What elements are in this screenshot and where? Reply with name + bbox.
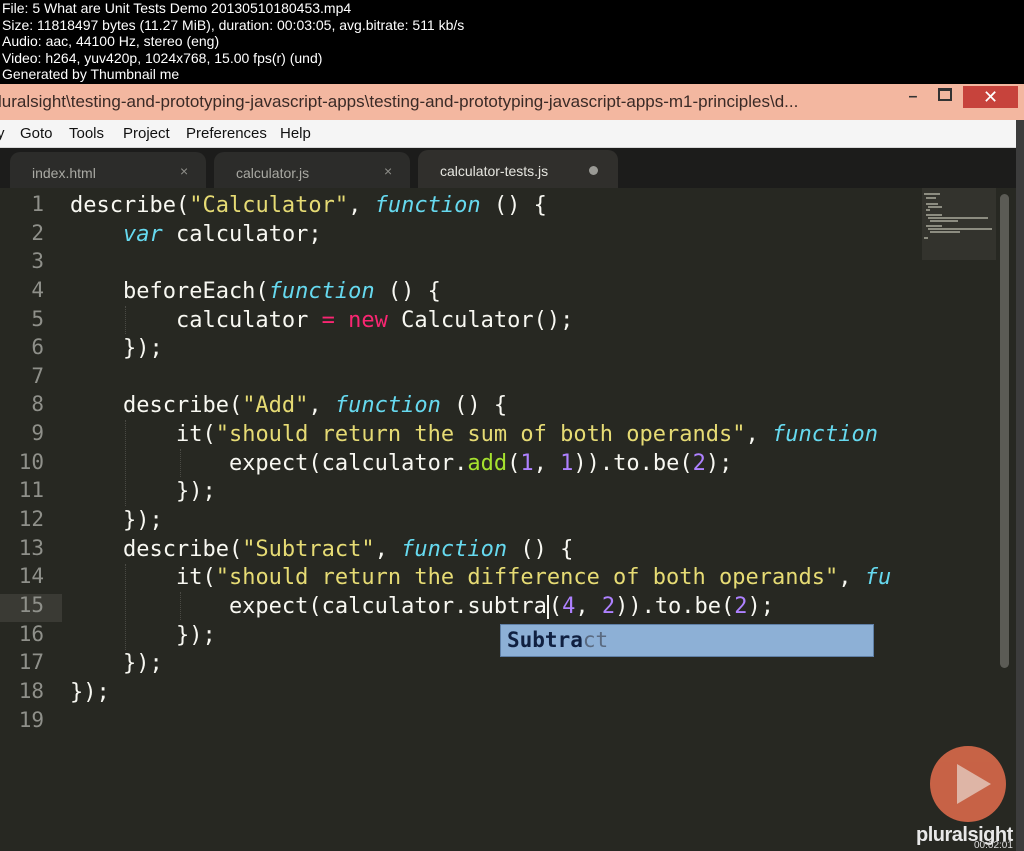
window-title: luralsight\testing-and-prototyping-javas… [0, 92, 799, 111]
play-triangle-icon [957, 764, 991, 804]
video-info-header: File: 5 What are Unit Tests Demo 2013051… [0, 0, 1024, 84]
minimap-line [926, 209, 930, 211]
code-line: beforeEach(function () { [70, 279, 441, 304]
line-number-gutter: 1 2 3 4 5 6 7 8 9 10 11 12 13 14 15 16 1… [0, 188, 62, 851]
code-line: calculator = new Calculator(); [70, 308, 574, 333]
code-area[interactable]: describe("Calculator", function () { var… [70, 188, 920, 851]
line-number: 17 [18, 650, 44, 674]
tab-close-icon[interactable]: × [384, 163, 392, 179]
code-line: it("should return the sum of both operan… [70, 422, 878, 447]
menu-item-project[interactable]: Project [123, 125, 170, 142]
line-number: 7 [31, 364, 44, 388]
code-line: }); [70, 336, 163, 361]
line-number: 8 [31, 392, 44, 416]
line-number: 5 [31, 307, 44, 331]
minimap-line [926, 203, 938, 205]
line-number: 4 [31, 278, 44, 302]
play-icon [930, 746, 1006, 822]
minimap-line [928, 217, 988, 219]
menu-bar: y Goto Tools Project Preferences Help [0, 120, 1024, 148]
window-titlebar: luralsight\testing-and-prototyping-javas… [0, 84, 1024, 120]
code-line: describe("Subtract", function () { [70, 537, 574, 562]
line-number: 12 [18, 507, 44, 531]
code-line: describe("Calculator", function () { [70, 193, 547, 218]
video-info-file: File: 5 What are Unit Tests Demo 2013051… [2, 0, 352, 16]
video-timestamp: 00:02:01 [974, 840, 1013, 851]
line-number: 3 [31, 249, 44, 273]
code-line: it("should return the difference of both… [70, 565, 892, 590]
tab-calculator-js[interactable]: calculator.js × [214, 152, 410, 188]
line-number: 14 [18, 564, 44, 588]
close-icon: ✕ [982, 87, 999, 107]
line-number: 9 [31, 421, 44, 445]
line-number: 18 [18, 679, 44, 703]
code-line: }); [70, 680, 110, 705]
code-line: }); [70, 479, 216, 504]
line-number: 13 [18, 536, 44, 560]
code-line: expect(calculator.add(1, 1)).to.be(2); [70, 451, 733, 476]
code-line-active: expect(calculator.subtra(4, 2)).to.be(2)… [70, 594, 775, 619]
minimize-icon: – [908, 88, 918, 105]
menu-item-goto[interactable]: Goto [20, 125, 53, 142]
minimap-line [930, 220, 958, 222]
autocomplete-popup[interactable]: Subtract [500, 624, 874, 657]
close-button[interactable]: ✕ [963, 86, 1018, 108]
tab-label: index.html [32, 165, 96, 181]
vertical-scrollbar[interactable] [1000, 194, 1009, 668]
code-editor[interactable]: 1 2 3 4 5 6 7 8 9 10 11 12 13 14 15 16 1… [0, 188, 1016, 851]
code-line: }); [70, 623, 216, 648]
minimap-line [926, 214, 942, 216]
line-number: 16 [18, 622, 44, 646]
line-number: 19 [18, 708, 44, 732]
minimap-line [926, 197, 936, 199]
video-info-video: Video: h264, yuv420p, 1024x768, 15.00 fp… [2, 49, 323, 66]
code-line: describe("Add", function () { [70, 393, 508, 418]
minimap-line [928, 228, 992, 230]
tab-calculator-tests-js[interactable]: calculator-tests.js [418, 150, 618, 188]
minimap-line [928, 206, 942, 208]
code-line: var calculator; [122, 222, 322, 247]
minimize-button[interactable]: – [898, 86, 928, 108]
minimap-line [924, 193, 940, 195]
line-number: 2 [31, 221, 44, 245]
tab-label: calculator.js [236, 165, 310, 181]
menu-item-help[interactable]: Help [280, 125, 311, 142]
menu-item-partial[interactable]: y [0, 125, 5, 142]
maximize-button[interactable] [930, 86, 960, 108]
menu-item-tools[interactable]: Tools [69, 125, 104, 142]
line-number: 10 [18, 450, 44, 474]
maximize-icon [938, 88, 952, 101]
line-number: 6 [31, 335, 44, 359]
video-info-size: Size: 11818497 bytes (11.27 MiB), durati… [2, 16, 465, 33]
line-number: 15 [18, 593, 44, 617]
code-line: }); [70, 508, 163, 533]
video-info-generator: Generated by Thumbnail me [2, 66, 180, 82]
window-edge [1016, 120, 1024, 851]
minimap-line [924, 237, 928, 239]
minimap-line [926, 225, 942, 227]
tab-close-icon[interactable]: × [180, 163, 188, 179]
autocomplete-suggestion[interactable]: Subtract [507, 628, 608, 652]
tab-label: calculator-tests.js [440, 163, 549, 179]
video-info-audio: Audio: aac, 44100 Hz, stereo (eng) [2, 33, 220, 49]
minimap-line [930, 231, 960, 233]
line-number: 1 [31, 192, 44, 216]
tab-bar: index.html × calculator.js × calculator-… [0, 148, 1016, 188]
unsaved-dot-icon[interactable] [589, 166, 598, 175]
line-number: 11 [18, 478, 44, 502]
code-line: }); [70, 651, 163, 676]
tab-index-html[interactable]: index.html × [10, 152, 206, 188]
minimap[interactable] [922, 188, 996, 260]
menu-item-preferences[interactable]: Preferences [186, 125, 267, 142]
